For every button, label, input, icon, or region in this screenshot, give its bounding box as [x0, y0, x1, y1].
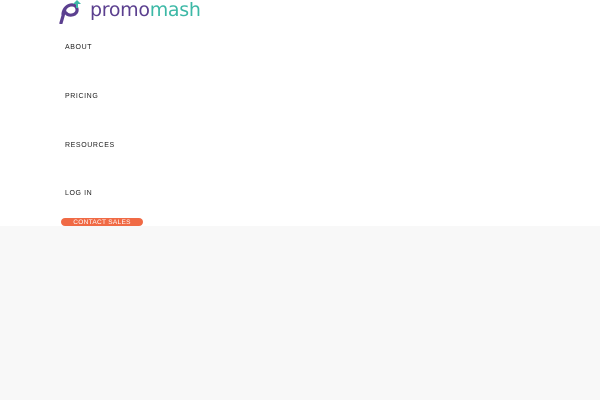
brand-wordmark-part2: mash — [149, 0, 201, 21]
brand-wordmark-part1: promo — [90, 0, 150, 21]
brand-wordmark: promomash — [90, 0, 201, 20]
brand-logo-link[interactable]: promomash — [56, 0, 201, 24]
nav-link-about[interactable]: ABOUT — [65, 43, 92, 52]
contact-sales-button[interactable]: CONTACT SALES — [61, 218, 143, 226]
nav-link-resources[interactable]: RESOURCES — [65, 141, 115, 150]
nav-link-pricing[interactable]: PRICING — [65, 92, 98, 101]
content-area — [0, 226, 600, 400]
nav-link-login[interactable]: LOG IN — [65, 189, 92, 198]
page: promomash ABOUT PRICING RESOURCES LOG IN… — [0, 0, 600, 400]
promomash-logo-icon — [59, 0, 81, 24]
